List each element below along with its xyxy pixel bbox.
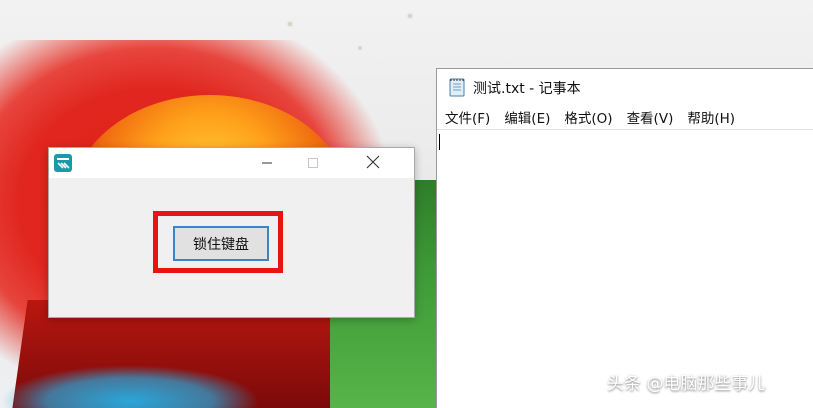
text-caret bbox=[439, 134, 440, 150]
app-client-area: 锁住键盘 bbox=[49, 178, 414, 317]
notepad-menubar: 文件(F) 编辑(E) 格式(O) 查看(V) 帮助(H) bbox=[437, 105, 813, 129]
watermark: 头条 @电脑那些事儿 bbox=[607, 374, 766, 394]
minimize-button[interactable] bbox=[244, 148, 290, 178]
close-button[interactable] bbox=[350, 148, 396, 178]
maximize-button[interactable] bbox=[290, 148, 336, 178]
wallpaper-cyan-splash bbox=[0, 365, 260, 408]
lock-keyboard-button[interactable]: 锁住键盘 bbox=[173, 226, 269, 261]
notepad-title: 测试.txt - 记事本 bbox=[473, 81, 581, 97]
notepad-text-area[interactable] bbox=[437, 129, 813, 408]
menu-view[interactable]: 查看(V) bbox=[627, 107, 674, 127]
keyboard-lock-window: 锁住键盘 bbox=[48, 147, 415, 318]
menu-file[interactable]: 文件(F) bbox=[445, 107, 490, 127]
app-logo-icon bbox=[53, 153, 73, 173]
desktop: 锁住键盘 测试.txt - 记事本 文件(F) 编辑(E) 格式(O) 查看(V… bbox=[0, 0, 813, 408]
notepad-window: 测试.txt - 记事本 文件(F) 编辑(E) 格式(O) 查看(V) 帮助(… bbox=[436, 68, 813, 408]
menu-help[interactable]: 帮助(H) bbox=[687, 107, 735, 127]
notepad-icon bbox=[447, 77, 467, 97]
notepad-titlebar[interactable]: 测试.txt - 记事本 bbox=[437, 69, 813, 105]
menu-format[interactable]: 格式(O) bbox=[564, 107, 612, 127]
minimize-icon bbox=[261, 154, 273, 173]
maximize-icon bbox=[307, 154, 319, 173]
close-icon bbox=[366, 154, 380, 173]
menu-edit[interactable]: 编辑(E) bbox=[504, 107, 550, 127]
app-titlebar[interactable] bbox=[49, 148, 414, 178]
